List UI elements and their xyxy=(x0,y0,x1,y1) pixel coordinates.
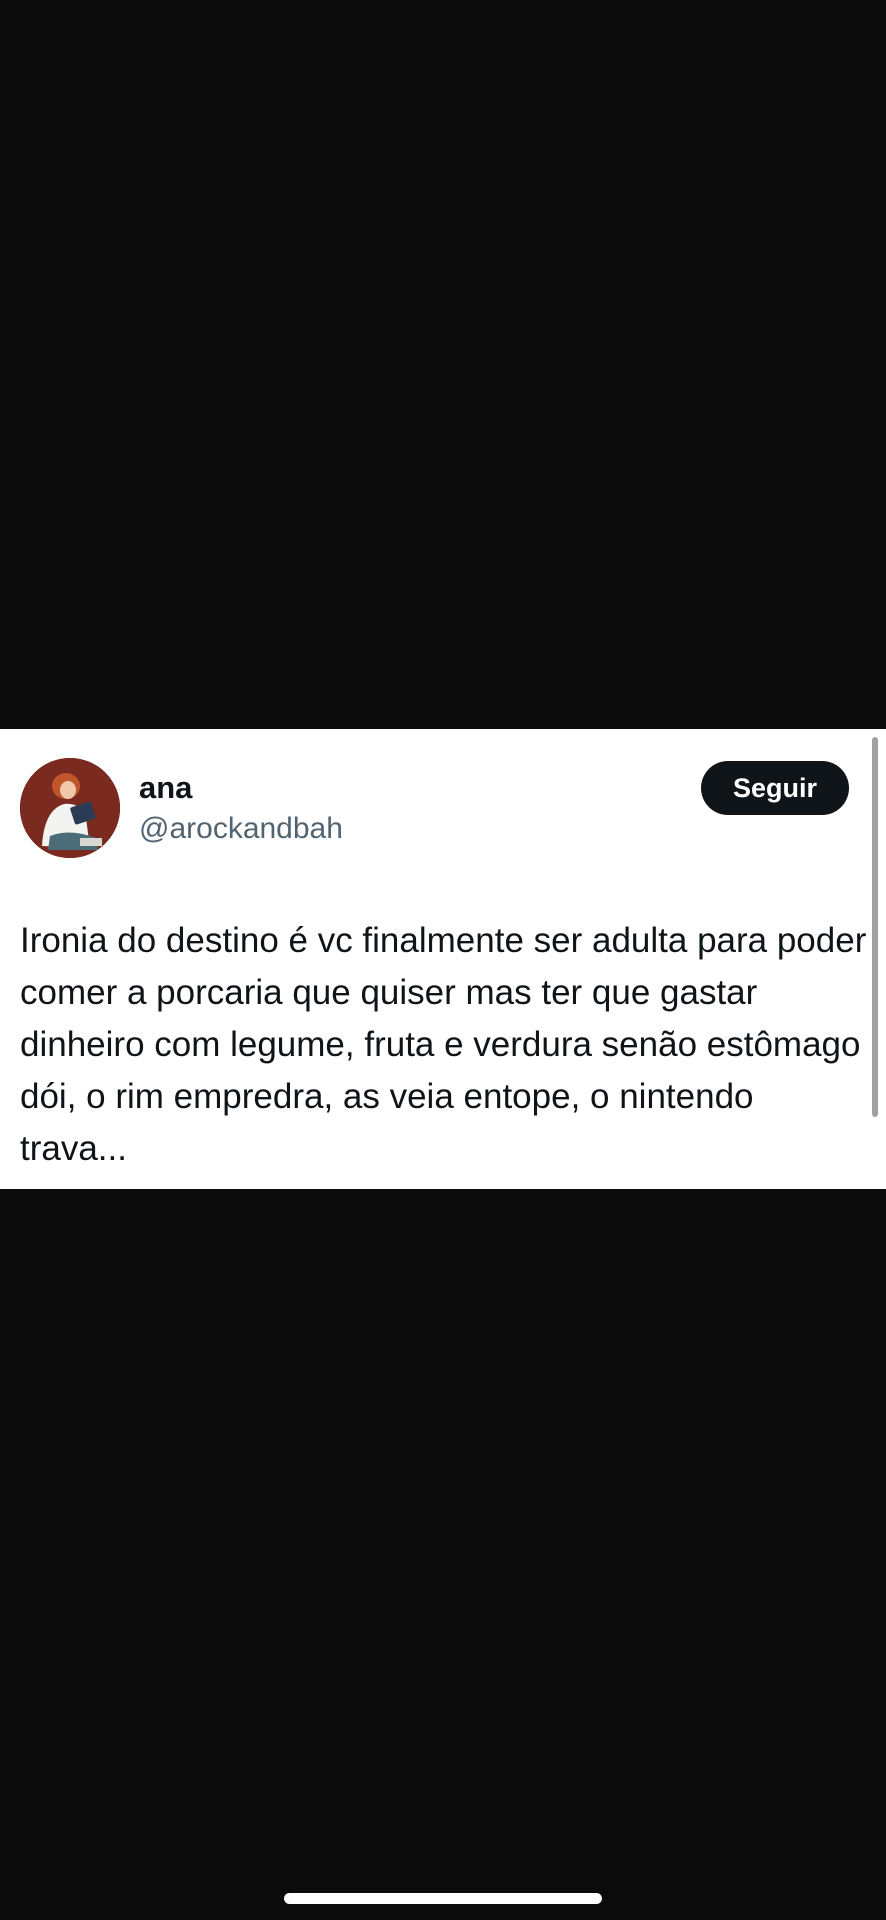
scrollbar[interactable] xyxy=(872,737,878,1117)
tweet-card: ana @arockandbah Seguir Ironia do destin… xyxy=(0,729,886,1189)
avatar[interactable] xyxy=(20,758,120,858)
screen: ana @arockandbah Seguir Ironia do destin… xyxy=(0,0,886,1920)
follow-button[interactable]: Seguir xyxy=(701,761,849,815)
avatar-image-icon xyxy=(20,758,120,858)
user-block: ana @arockandbah xyxy=(139,769,343,849)
home-indicator[interactable] xyxy=(284,1893,602,1904)
display-name[interactable]: ana xyxy=(139,769,343,807)
user-handle[interactable]: @arockandbah xyxy=(139,809,343,849)
tweet-text: Ironia do destino é vc finalmente ser ad… xyxy=(20,921,867,1168)
